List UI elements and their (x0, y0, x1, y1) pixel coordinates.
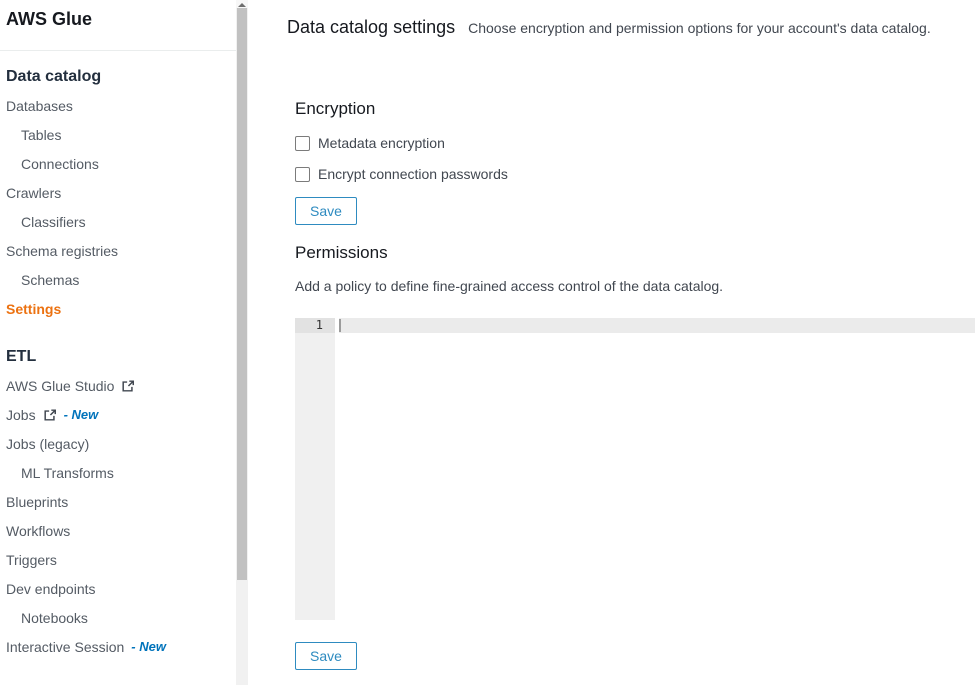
encryption-save-button[interactable]: Save (295, 197, 357, 225)
sidebar-item-schemas[interactable]: Schemas (0, 265, 236, 294)
new-badge: - New (64, 407, 99, 422)
sidebar-item-tables[interactable]: Tables (0, 120, 236, 149)
sidebar-item-jobs[interactable]: Jobs - New (0, 400, 236, 429)
sidebar-item-schema-registries[interactable]: Schema registries (0, 236, 236, 265)
checkbox-label: Encrypt connection passwords (318, 166, 508, 182)
sidebar-item-aws-glue-studio[interactable]: AWS Glue Studio (0, 371, 236, 400)
sidebar-nav: Data catalog Databases Tables Connection… (0, 62, 236, 661)
app-title: AWS Glue (6, 9, 92, 30)
scrollbar-thumb[interactable] (237, 8, 247, 580)
editor-active-line (339, 318, 975, 333)
policy-editor[interactable]: 1 (295, 318, 975, 620)
encrypt-connection-passwords-checkbox-row[interactable]: Encrypt connection passwords (295, 166, 508, 182)
sidebar-item-triggers[interactable]: Triggers (0, 545, 236, 574)
encryption-section-heading: Encryption (295, 99, 375, 119)
sidebar-divider (0, 50, 236, 51)
sidebar-item-jobs-legacy[interactable]: Jobs (legacy) (0, 429, 236, 458)
sidebar-item-ml-transforms[interactable]: ML Transforms (0, 458, 236, 487)
permissions-save-button[interactable]: Save (295, 642, 357, 670)
main-content: Data catalog settings Choose encryption … (248, 0, 975, 685)
metadata-encryption-checkbox[interactable] (295, 136, 310, 151)
sidebar-item-databases[interactable]: Databases (0, 91, 236, 120)
sidebar-item-notebooks[interactable]: Notebooks (0, 603, 236, 632)
editor-line-number: 1 (295, 318, 335, 333)
external-link-icon (43, 408, 57, 422)
sidebar-item-settings[interactable]: Settings (0, 294, 236, 323)
sidebar-item-label: AWS Glue Studio (6, 378, 114, 394)
permissions-section-heading: Permissions (295, 243, 388, 263)
sidebar-item-workflows[interactable]: Workflows (0, 516, 236, 545)
sidebar: AWS Glue Data catalog Databases Tables C… (0, 0, 236, 685)
sidebar-section-etl: ETL (0, 342, 236, 371)
sidebar-item-interactive-session[interactable]: Interactive Session - New (0, 632, 236, 661)
encrypt-connection-passwords-checkbox[interactable] (295, 167, 310, 182)
sidebar-item-label: Jobs (6, 407, 36, 423)
editor-cursor (339, 319, 341, 332)
page-title: Data catalog settings (287, 17, 455, 38)
sidebar-item-crawlers[interactable]: Crawlers (0, 178, 236, 207)
sidebar-scrollbar[interactable] (236, 0, 248, 685)
sidebar-item-label: Interactive Session (6, 639, 124, 655)
sidebar-section-data-catalog: Data catalog (0, 62, 236, 91)
editor-gutter: 1 (295, 318, 335, 620)
external-link-icon (121, 379, 135, 393)
new-badge: - New (131, 639, 166, 654)
page-description: Choose encryption and permission options… (468, 20, 931, 36)
sidebar-item-dev-endpoints[interactable]: Dev endpoints (0, 574, 236, 603)
scrollbar-up-arrow[interactable] (236, 0, 248, 8)
sidebar-item-classifiers[interactable]: Classifiers (0, 207, 236, 236)
up-arrow-icon (238, 3, 246, 7)
sidebar-item-connections[interactable]: Connections (0, 149, 236, 178)
permissions-description: Add a policy to define fine-grained acce… (295, 278, 723, 294)
metadata-encryption-checkbox-row[interactable]: Metadata encryption (295, 135, 445, 151)
page-header: Data catalog settings Choose encryption … (287, 17, 931, 38)
checkbox-label: Metadata encryption (318, 135, 445, 151)
sidebar-item-blueprints[interactable]: Blueprints (0, 487, 236, 516)
